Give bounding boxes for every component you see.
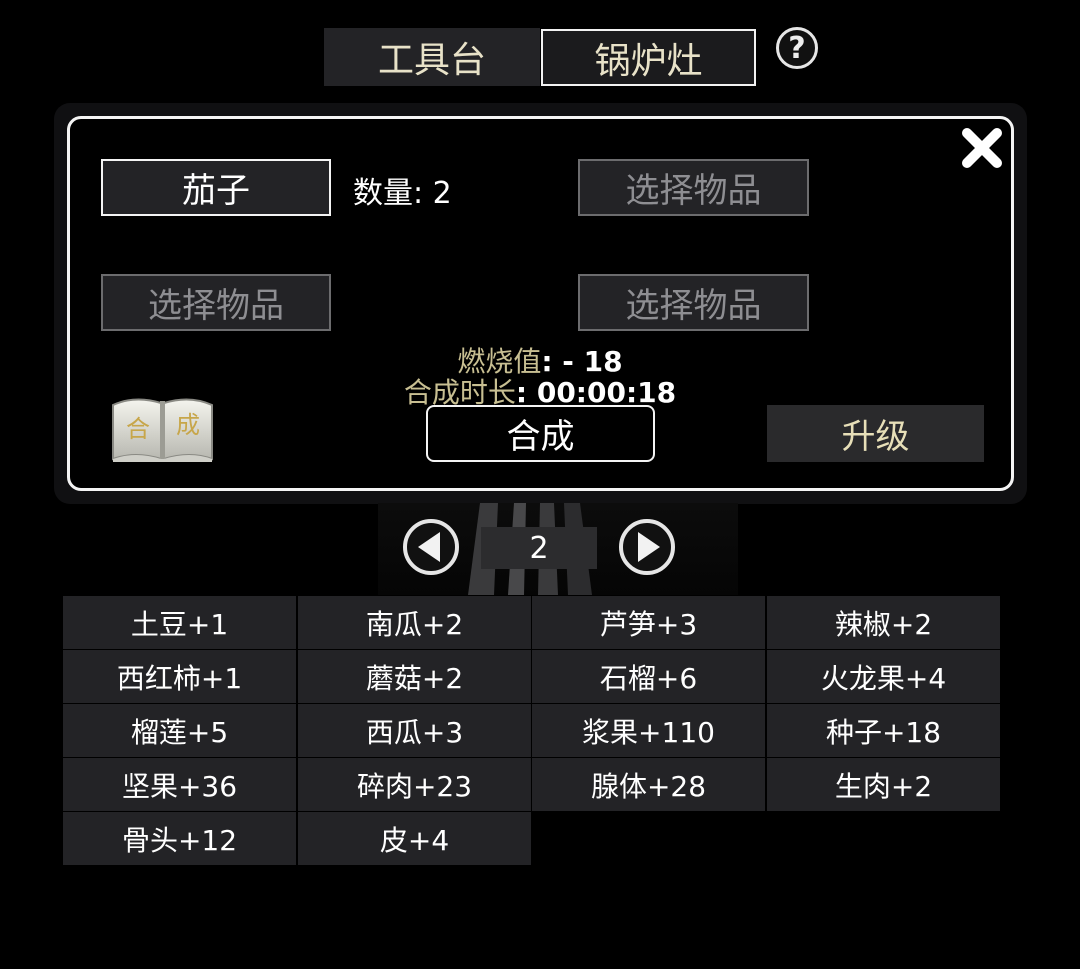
inventory-item[interactable]: 蘑菇+2 xyxy=(298,650,531,703)
ingredient-slot-4[interactable]: 选择物品 xyxy=(578,274,809,331)
close-icon[interactable] xyxy=(958,124,1006,172)
inventory-item[interactable]: 皮+4 xyxy=(298,812,531,865)
inventory-item[interactable]: 芦笋+3 xyxy=(532,596,765,649)
upgrade-button[interactable]: 升级 xyxy=(767,405,984,462)
book-char-left: 合 xyxy=(126,415,150,443)
inventory-item[interactable]: 火龙果+4 xyxy=(767,650,1000,703)
inventory-item[interactable]: 种子+18 xyxy=(767,704,1000,757)
tab-stove[interactable]: 锅炉灶 xyxy=(541,29,756,86)
inventory-item[interactable]: 碎肉+23 xyxy=(298,758,531,811)
inventory-item[interactable]: 西红柿+1 xyxy=(63,650,296,703)
inventory-item[interactable]: 浆果+110 xyxy=(532,704,765,757)
inventory-item[interactable]: 南瓜+2 xyxy=(298,596,531,649)
help-icon[interactable]: ? xyxy=(776,27,818,69)
tab-workbench[interactable]: 工具台 xyxy=(324,28,540,86)
prev-page-arrow-icon[interactable] xyxy=(402,518,460,576)
inventory-grid: 土豆+1 南瓜+2 芦笋+3 辣椒+2 西红柿+1 蘑菇+2 石榴+6 火龙果+4 榴莲+5 西瓜… xyxy=(63,596,1000,868)
inventory-item[interactable]: 石榴+6 xyxy=(532,650,765,703)
book-char-right: 成 xyxy=(176,411,200,439)
inventory-item[interactable]: 土豆+1 xyxy=(63,596,296,649)
page-number: 2 xyxy=(481,527,597,569)
inventory-item[interactable]: 腺体+28 xyxy=(532,758,765,811)
inventory-item[interactable]: 西瓜+3 xyxy=(298,704,531,757)
inventory-item[interactable]: 骨头+12 xyxy=(63,812,296,865)
inventory-item[interactable]: 榴莲+5 xyxy=(63,704,296,757)
quantity-text: 数量: 2 xyxy=(353,176,452,211)
next-page-arrow-icon[interactable] xyxy=(618,518,676,576)
inventory-item[interactable]: 坚果+36 xyxy=(63,758,296,811)
craft-button[interactable]: 合成 xyxy=(426,405,655,462)
inventory-item[interactable]: 辣椒+2 xyxy=(767,596,1000,649)
recipe-book-icon[interactable]: 合 成 xyxy=(110,393,215,463)
ingredient-slot-2[interactable]: 选择物品 xyxy=(578,159,809,216)
ingredient-slot-3[interactable]: 选择物品 xyxy=(101,274,331,331)
ingredient-slot-1[interactable]: 茄子 xyxy=(101,159,331,216)
inventory-item[interactable]: 生肉+2 xyxy=(767,758,1000,811)
